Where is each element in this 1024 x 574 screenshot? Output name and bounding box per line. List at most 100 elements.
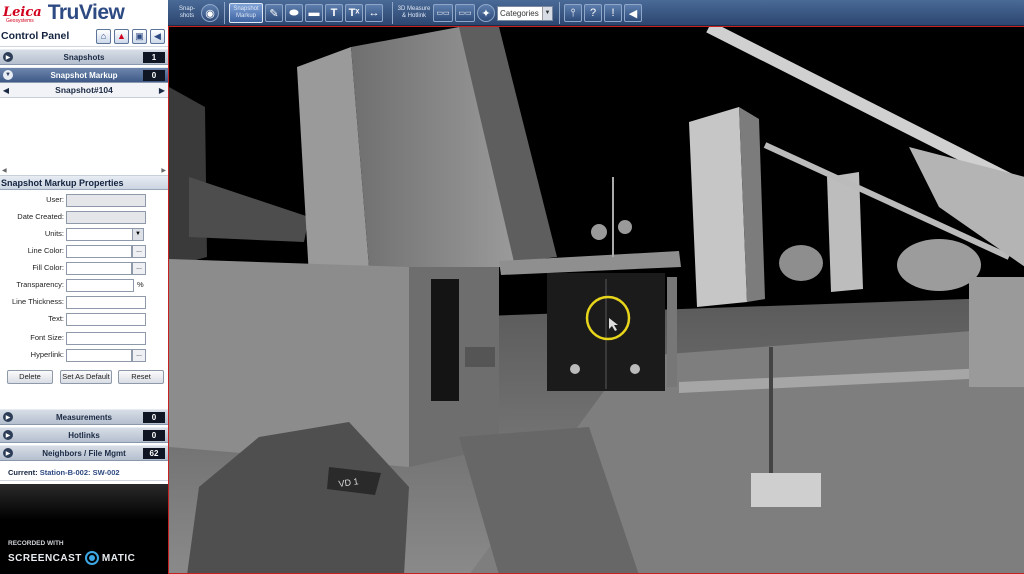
section-hotlinks-count: 0 [143,430,165,441]
line-color-label: Line Color: [27,246,64,255]
date-created-field [66,211,146,224]
info-icon: ! [611,7,615,19]
section-snapshots[interactable]: ▶ Snapshots 1 [0,49,168,65]
dimension-icon: ↔ [368,7,380,19]
arrow-left-icon: ◀ [154,30,161,41]
text-field[interactable] [66,313,146,326]
control-panel: Control Panel ⌂ ▲ ▣ ◀ ▶ Snapshots 1 ▼ Sn… [0,26,168,574]
lattice-tower [169,87,207,267]
snapshots-label: Snap- shots [178,6,195,19]
text-tool-button[interactable]: T [325,4,343,22]
screencast-watermark: RECORDED WITH SCREENCAST MATIC [0,484,168,574]
hyperlink-field[interactable] [66,349,132,362]
panel-collapse-button[interactable]: ◀ [150,28,165,44]
line-thickness-field[interactable] [66,296,146,309]
markup-group: Snapshot Markup ✎ ⬬ ▬ T Tˣ ↔ [229,1,383,25]
toolbar-divider [559,2,560,24]
line-color-field[interactable] [66,245,132,258]
transparency-row: Transparency: % [0,279,168,292]
text-icon: T [330,7,338,19]
logo: Leica Geosystems TruView [0,0,168,26]
antenna-ornament [618,220,632,234]
pylon-tower [689,107,747,307]
reset-button[interactable]: Reset [118,370,164,384]
section-neighbors[interactable]: ▶ Neighbors / File Mgmt 62 [0,445,168,461]
point-cloud-viewport[interactable]: VD 1 [168,26,1024,574]
snapshots-group: Snap- shots ◉ [175,1,219,25]
next-snapshot-button[interactable]: ▶ [156,86,168,95]
date-created-label: Date Created: [17,212,64,221]
truview-app: Leica Geosystems TruView Snap- shots ◉ S… [0,0,1024,574]
electrical-panel [431,279,459,401]
text-format-icon: Tˣ [348,7,360,19]
toolbar-divider [224,2,225,24]
set-as-default-button[interactable]: Set As Default [60,370,112,384]
font-size-field[interactable] [66,332,146,345]
pencil-tool-button[interactable]: ✎ [265,4,283,22]
rectangle-icon: ▬ [308,7,320,19]
section-measurements-count: 0 [143,412,165,423]
font-size-row: Font Size: [0,332,168,345]
chevron-down-icon[interactable]: ▼ [132,229,143,240]
section-hotlinks[interactable]: ▶ Hotlinks 0 [0,427,168,443]
tree-canopy [897,239,981,291]
delete-button[interactable]: Delete [7,370,53,384]
text-format-button[interactable]: Tˣ [345,4,363,22]
pin-button[interactable]: ⫯ [564,4,582,22]
fill-color-picker-button[interactable]: ... [132,262,146,275]
markup-properties-header: Snapshot Markup Properties [0,176,168,190]
measure-height-button[interactable]: ▭▭ [455,4,475,22]
dimension-tool-button[interactable]: ↔ [365,4,383,22]
height-icon: ▭▭ [458,10,472,17]
snapshot-create-button[interactable]: ◉ [201,4,219,22]
current-station: Current: Station-B-002: SW-002 [0,464,168,481]
user-field [66,194,146,207]
units-label: Units: [44,229,64,238]
section-measurements[interactable]: ▶ Measurements 0 [0,409,168,425]
markup-list[interactable]: ◀ ▶ [0,98,168,176]
markup-properties-form: User: Date Created: Units: ▼ Line Color:… [0,190,168,390]
hyperlink-picker-button[interactable]: ... [132,349,146,362]
help-button[interactable]: ? [584,4,602,22]
rectangle-tool-button[interactable]: ▬ [305,4,323,22]
measure-distance-button[interactable]: ▭▭ [433,4,453,22]
ruler-icon: ▭▭ [436,10,450,17]
section-snapshot-markup-count: 0 [143,70,165,81]
scroll-right-icon[interactable]: ▶ [161,167,166,174]
car-button[interactable]: ▣ [132,28,147,44]
transparency-label: Transparency: [16,280,64,289]
collapse-button[interactable]: ◀ [624,4,642,22]
scroll-left-icon[interactable]: ◀ [2,167,7,174]
recorded-with-text: RECORDED WITH [8,540,64,547]
ellipse-tool-button[interactable]: ⬬ [285,4,303,22]
line-color-picker-button[interactable]: ... [132,245,146,258]
date-created-row: Date Created: [0,211,168,224]
control-panel-title: Control Panel [1,30,70,42]
screencast-logo: SCREENCAST MATIC [8,551,135,565]
pipe-fitting [465,347,495,367]
measure-group: 3D Measure & Hotlink ▭▭ ▭▭ ✦ Categories … [397,1,553,25]
control-panel-header: Control Panel ⌂ ▲ ▣ ◀ [0,26,168,47]
warning-button[interactable]: ▲ [114,28,129,44]
snapshot-markup-button[interactable]: Snapshot Markup [229,3,263,23]
target-icon: ✦ [481,7,491,20]
pencil-icon: ✎ [269,7,279,20]
text-label: Text: [48,314,64,323]
section-snapshots-count: 1 [143,52,165,63]
categories-select[interactable]: Categories ▼ [497,5,553,21]
transparency-field[interactable] [66,279,134,292]
units-row: Units: ▼ [0,228,168,241]
previous-snapshot-button[interactable]: ◀ [0,86,12,95]
fill-color-field[interactable] [66,262,132,275]
top-toolbar: Leica Geosystems TruView Snap- shots ◉ S… [0,0,1024,26]
toolbar-divider [392,2,393,24]
cabinet-handle-left [570,364,580,374]
home-button[interactable]: ⌂ [96,28,111,44]
snapshot-navigator: ◀ Snapshot#104 ▶ [0,83,168,98]
info-button[interactable]: ! [604,4,622,22]
matic-text: MATIC [101,552,136,564]
line-thickness-label: Line Thickness: [12,297,64,306]
hotlink-button[interactable]: ✦ [477,4,495,22]
section-snapshot-markup[interactable]: ▼ Snapshot Markup 0 [0,67,168,83]
view-group: ⫯ ? ! ◀ [564,1,642,25]
